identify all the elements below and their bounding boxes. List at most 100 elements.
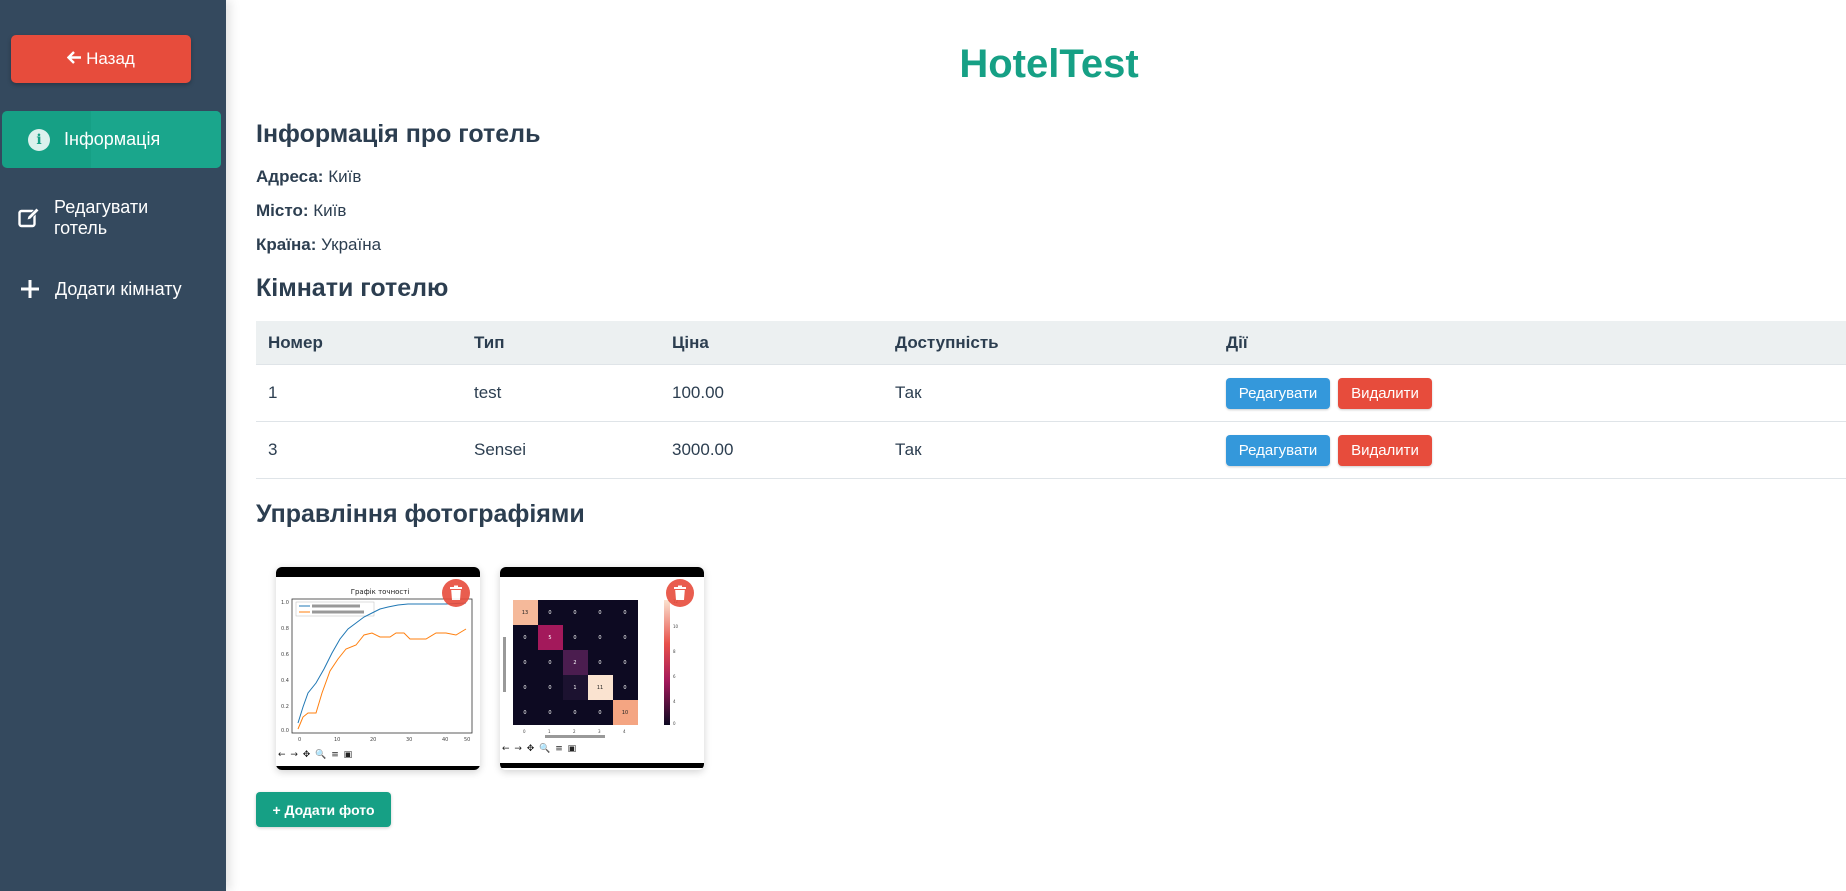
svg-text:0: 0 — [523, 685, 526, 691]
svg-text:1: 1 — [573, 685, 576, 691]
svg-text:0: 0 — [548, 660, 551, 666]
svg-text:0: 0 — [598, 610, 601, 616]
plus-icon — [17, 276, 43, 302]
svg-text:0: 0 — [573, 635, 576, 641]
svg-text:0: 0 — [673, 721, 676, 726]
trash-icon — [674, 585, 686, 600]
column-header-actions: Дії — [1214, 321, 1846, 365]
city-value: Київ — [313, 201, 347, 220]
figure-toolbar: ← → ✥ 🔍 ≡ ▣ — [278, 750, 354, 760]
country-label: Країна: — [256, 235, 317, 254]
svg-text:0: 0 — [623, 660, 626, 666]
svg-text:0: 0 — [623, 610, 626, 616]
sidebar-item-label: Інформація — [64, 129, 161, 149]
svg-text:3: 3 — [598, 729, 601, 734]
svg-text:0: 0 — [523, 660, 526, 666]
svg-text:0: 0 — [623, 685, 626, 691]
room-availability: Так — [883, 364, 1214, 422]
svg-text:0: 0 — [598, 635, 601, 641]
room-type: test — [462, 364, 660, 422]
delete-photo-button[interactable] — [442, 579, 470, 607]
room-number: 1 — [256, 364, 462, 422]
svg-text:11: 11 — [597, 685, 603, 691]
svg-text:0.6: 0.6 — [281, 652, 289, 658]
svg-text:5: 5 — [548, 635, 551, 641]
room-type: Sensei — [462, 421, 660, 479]
main-content: HotelTest Інформація про готель Адреса: … — [256, 0, 1846, 891]
svg-text:0: 0 — [573, 710, 576, 716]
edit-icon — [16, 205, 42, 231]
delete-room-button[interactable]: Видалити — [1338, 434, 1432, 466]
room-price: 100.00 — [660, 364, 883, 422]
svg-text:1: 1 — [548, 729, 551, 734]
svg-text:10: 10 — [622, 710, 628, 716]
hotel-info-heading: Інформація про готель — [256, 120, 541, 148]
sidebar-item-info[interactable]: i Інформація — [2, 111, 221, 168]
svg-text:10: 10 — [334, 737, 340, 743]
address-label: Адреса: — [256, 167, 324, 186]
svg-text:0: 0 — [548, 610, 551, 616]
country-line: Країна: Україна — [256, 235, 381, 255]
city-line: Місто: Київ — [256, 201, 346, 221]
svg-text:6: 6 — [673, 674, 676, 679]
rooms-heading: Кімнати готелю — [256, 274, 449, 302]
svg-text:0.8: 0.8 — [281, 626, 289, 632]
back-button-label: Назад — [86, 49, 135, 68]
info-circle-icon: i — [26, 127, 52, 153]
svg-text:13: 13 — [522, 610, 528, 616]
photo-title: Графік точності — [351, 588, 410, 596]
add-photo-button[interactable]: + Додати фото — [256, 792, 391, 827]
svg-text:10: 10 — [673, 624, 679, 629]
arrow-left-icon — [66, 49, 82, 69]
column-header-availability: Доступність — [883, 321, 1214, 365]
back-button[interactable]: Назад — [11, 35, 191, 83]
svg-text:4: 4 — [673, 699, 676, 704]
room-actions: Редагувати Видалити — [1214, 364, 1846, 422]
sidebar: Назад i Інформація Редагувати готель Дод… — [0, 0, 226, 891]
photos-heading: Управління фотографіями — [256, 500, 585, 528]
sidebar-item-edit-hotel[interactable]: Редагувати готель — [2, 193, 221, 243]
room-actions: Редагувати Видалити — [1214, 421, 1846, 479]
column-header-type: Тип — [462, 321, 660, 365]
svg-text:0: 0 — [523, 710, 526, 716]
svg-text:0.2: 0.2 — [281, 704, 289, 710]
svg-text:0: 0 — [623, 635, 626, 641]
room-availability: Так — [883, 421, 1214, 479]
delete-photo-button[interactable] — [666, 579, 694, 607]
photo-card: Графік точності 1.0 0.8 0.6 0.4 0.2 0.0 0 10 20… — [276, 567, 480, 770]
delete-room-button[interactable]: Видалити — [1338, 377, 1432, 409]
edit-room-button[interactable]: Редагувати — [1226, 434, 1330, 466]
figure-toolbar: ← → ✥ 🔍 ≡ ▣ — [502, 744, 578, 754]
svg-text:8: 8 — [673, 649, 676, 654]
room-number: 3 — [256, 421, 462, 479]
svg-text:0: 0 — [523, 635, 526, 641]
svg-text:0: 0 — [298, 737, 301, 743]
svg-text:0: 0 — [598, 710, 601, 716]
sidebar-item-label: Редагувати готель — [54, 197, 149, 238]
city-label: Місто: — [256, 201, 309, 220]
svg-text:0: 0 — [573, 610, 576, 616]
svg-text:0: 0 — [548, 710, 551, 716]
column-header-number: Номер — [256, 321, 462, 365]
svg-text:1.0: 1.0 — [281, 600, 289, 606]
svg-text:0: 0 — [598, 660, 601, 666]
svg-text:2: 2 — [573, 729, 576, 734]
sidebar-item-add-room[interactable]: Додати кімнату — [2, 274, 221, 304]
address-value: Київ — [328, 167, 362, 186]
svg-text:4: 4 — [623, 729, 626, 734]
photo-card: 130000 05000 00200 001110 000010 1210864… — [500, 567, 704, 770]
svg-text:40: 40 — [442, 737, 448, 743]
sidebar-item-label: Додати кімнату — [55, 278, 182, 299]
address-line: Адреса: Київ — [256, 167, 361, 187]
column-header-price: Ціна — [660, 321, 883, 365]
table-header-row: Номер Тип Ціна Доступність Дії — [256, 321, 1846, 365]
svg-text:20: 20 — [370, 737, 376, 743]
svg-text:0: 0 — [548, 685, 551, 691]
rooms-table: Номер Тип Ціна Доступність Дії 1 test 10… — [256, 321, 1846, 479]
table-row: 3 Sensei 3000.00 Так Редагувати Видалити — [256, 421, 1846, 479]
trash-icon — [450, 585, 462, 600]
svg-text:0.4: 0.4 — [281, 678, 289, 684]
svg-text:0.0: 0.0 — [281, 728, 289, 734]
table-row: 1 test 100.00 Так Редагувати Видалити — [256, 364, 1846, 422]
edit-room-button[interactable]: Редагувати — [1226, 377, 1330, 409]
